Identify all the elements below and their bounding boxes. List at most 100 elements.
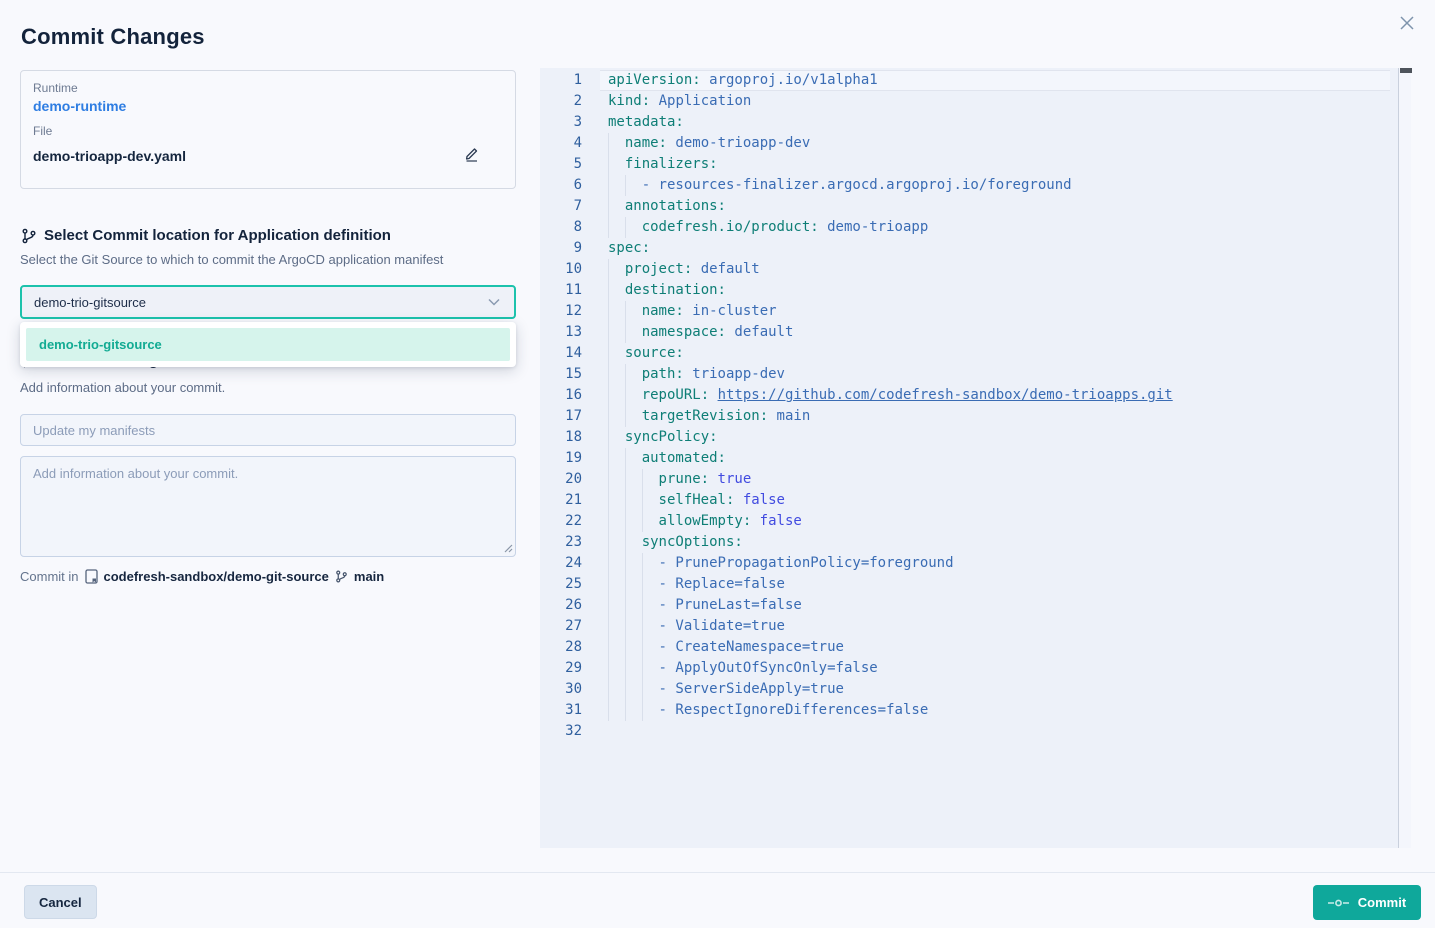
commit-location-subheading: Select the Git Source to which to commit… xyxy=(20,252,443,267)
git-branch-icon xyxy=(21,228,37,244)
line-number: 25 xyxy=(540,574,582,595)
code-line: name: in-cluster xyxy=(608,301,1390,322)
yaml-editor[interactable]: 1234567891011121314151617181920212223242… xyxy=(540,68,1398,848)
code-line: repoURL: https://github.com/codefresh-sa… xyxy=(608,385,1390,406)
line-number: 22 xyxy=(540,511,582,532)
code-line xyxy=(608,721,1390,742)
line-number: 14 xyxy=(540,343,582,364)
commit-summary-input[interactable] xyxy=(20,414,516,446)
line-number: 23 xyxy=(540,532,582,553)
line-number: 29 xyxy=(540,658,582,679)
line-number: 30 xyxy=(540,679,582,700)
editor-scrollbar[interactable] xyxy=(1398,68,1411,848)
line-number: 5 xyxy=(540,154,582,175)
line-number: 9 xyxy=(540,238,582,259)
code-line: - Replace=false xyxy=(608,574,1390,595)
commit-message-subheading: Add information about your commit. xyxy=(20,380,225,395)
repository-icon xyxy=(85,569,98,584)
code-line: source: xyxy=(608,343,1390,364)
file-label: File xyxy=(33,124,503,138)
code-line: metadata: xyxy=(608,112,1390,133)
line-number: 27 xyxy=(540,616,582,637)
code-line: project: default xyxy=(608,259,1390,280)
line-number: 16 xyxy=(540,385,582,406)
code-line: - PruneLast=false xyxy=(608,595,1390,616)
code-line: kind: Application xyxy=(608,91,1390,112)
line-number: 8 xyxy=(540,217,582,238)
code-line: automated: xyxy=(608,448,1390,469)
edit-file-button[interactable] xyxy=(462,144,481,167)
commit-changes-modal: { "modal": { "title": "Commit Changes" }… xyxy=(0,0,1435,928)
line-number: 32 xyxy=(540,721,582,742)
chevron-down-icon xyxy=(488,298,500,306)
code-line: name: demo-trioapp-dev xyxy=(608,133,1390,154)
code-line: prune: true xyxy=(608,469,1390,490)
runtime-value: demo-runtime xyxy=(33,98,503,114)
modal-footer: Cancel Commit xyxy=(0,872,1435,928)
code-line: finalizers: xyxy=(608,154,1390,175)
code-line: spec: xyxy=(608,238,1390,259)
close-button[interactable] xyxy=(1392,9,1422,39)
line-number: 3 xyxy=(540,112,582,133)
commit-description-textarea[interactable] xyxy=(20,456,516,557)
code-line: - Validate=true xyxy=(608,616,1390,637)
line-number: 13 xyxy=(540,322,582,343)
code-line: annotations: xyxy=(608,196,1390,217)
commit-target-repo: codefresh-sandbox/demo-git-source xyxy=(104,569,329,584)
commit-location-heading-text: Select Commit location for Application d… xyxy=(44,227,391,244)
editor-code: apiVersion: argoproj.io/v1alpha1kind: Ap… xyxy=(608,70,1390,742)
code-line: - ApplyOutOfSyncOnly=false xyxy=(608,658,1390,679)
code-line: - CreateNamespace=true xyxy=(608,637,1390,658)
editor-line-numbers: 1234567891011121314151617181920212223242… xyxy=(540,70,582,742)
code-line: destination: xyxy=(608,280,1390,301)
code-line: namespace: default xyxy=(608,322,1390,343)
code-line: apiVersion: argoproj.io/v1alpha1 xyxy=(600,70,1390,91)
code-line: targetRevision: main xyxy=(608,406,1390,427)
commit-button[interactable]: Commit xyxy=(1313,885,1421,920)
commit-location-heading: Select Commit location for Application d… xyxy=(21,227,391,244)
line-number: 31 xyxy=(540,700,582,721)
code-line: - PrunePropagationPolicy=foreground xyxy=(608,553,1390,574)
code-line: syncPolicy: xyxy=(608,427,1390,448)
pencil-icon xyxy=(464,146,479,162)
code-line: - RespectIgnoreDifferences=false xyxy=(608,700,1390,721)
file-value: demo-trioapp-dev.yaml xyxy=(33,148,186,164)
code-line: path: trioapp-dev xyxy=(608,364,1390,385)
repo-url-link[interactable]: https://github.com/codefresh-sandbox/dem… xyxy=(718,387,1173,403)
line-number: 4 xyxy=(540,133,582,154)
gitsource-option[interactable]: demo-trio-gitsource xyxy=(26,328,510,361)
commit-button-label: Commit xyxy=(1358,895,1406,910)
branch-icon xyxy=(335,570,348,583)
line-number: 12 xyxy=(540,301,582,322)
line-number: 24 xyxy=(540,553,582,574)
line-number: 7 xyxy=(540,196,582,217)
code-line: allowEmpty: false xyxy=(608,511,1390,532)
line-number: 28 xyxy=(540,637,582,658)
line-number: 26 xyxy=(540,595,582,616)
code-line: selfHeal: false xyxy=(608,490,1390,511)
line-number: 11 xyxy=(540,280,582,301)
code-line: syncOptions: xyxy=(608,532,1390,553)
line-number: 17 xyxy=(540,406,582,427)
line-number: 10 xyxy=(540,259,582,280)
close-icon xyxy=(1399,15,1415,31)
line-number: 2 xyxy=(540,91,582,112)
line-number: 19 xyxy=(540,448,582,469)
line-number: 15 xyxy=(540,364,582,385)
commit-target-branch: main xyxy=(354,569,384,584)
runtime-label: Runtime xyxy=(33,81,503,95)
line-number: 6 xyxy=(540,175,582,196)
commit-target-row: Commit in codefresh-sandbox/demo-git-sou… xyxy=(20,569,384,584)
gitsource-select[interactable]: demo-trio-gitsource xyxy=(20,285,516,319)
editor-scrollbar-thumb[interactable] xyxy=(1400,68,1412,73)
line-number: 1 xyxy=(540,70,582,91)
code-line: codefresh.io/product: demo-trioapp xyxy=(608,217,1390,238)
git-commit-icon xyxy=(1328,898,1349,908)
gitsource-select-value: demo-trio-gitsource xyxy=(34,295,146,310)
commit-in-label: Commit in xyxy=(20,569,79,584)
code-line: - ServerSideApply=true xyxy=(608,679,1390,700)
line-number: 20 xyxy=(540,469,582,490)
cancel-button[interactable]: Cancel xyxy=(24,885,97,919)
line-number: 21 xyxy=(540,490,582,511)
runtime-file-card: Runtime demo-runtime File demo-trioapp-d… xyxy=(20,70,516,189)
